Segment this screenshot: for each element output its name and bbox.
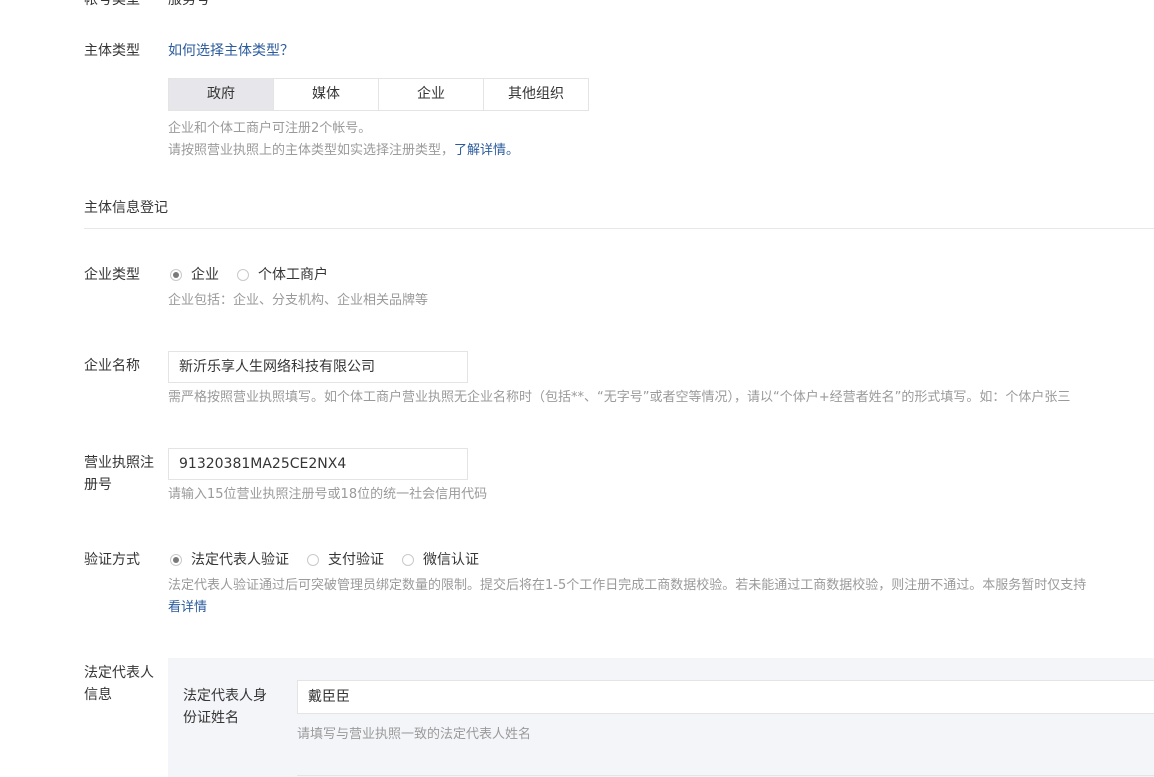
radio-checked-icon — [170, 554, 182, 566]
account-type-value: 服务号 — [168, 0, 210, 8]
radio-checked-icon — [170, 269, 182, 281]
license-number-label-1: 营业执照注 — [84, 455, 154, 471]
verification-radio-payment[interactable]: 支付验证 — [307, 549, 384, 571]
license-number-label-2: 册号 — [84, 477, 112, 493]
radio-unchecked-icon — [307, 554, 319, 566]
enterprise-type-radio-enterprise[interactable]: 企业 — [170, 264, 219, 286]
enterprise-type-radio-individual[interactable]: 个体工商户 — [237, 264, 328, 286]
enterprise-name-label: 企业名称 — [84, 358, 140, 374]
subject-type-label: 主体类型 — [84, 43, 140, 59]
legal-rep-name-label-2: 份证姓名 — [183, 710, 239, 726]
subject-type-help-link[interactable]: 如何选择主体类型？ — [168, 40, 294, 62]
subject-type-option-other-org[interactable]: 其他组织 — [483, 79, 588, 110]
enterprise-name-input[interactable]: 新沂乐享人生网络科技有限公司 — [168, 351, 468, 383]
legal-rep-label-1: 法定代表人 — [84, 665, 154, 681]
verification-tip: 法定代表人验证通过后可突破管理员绑定数量的限制。提交后将在1-5个工作日完成工商… — [168, 578, 1087, 593]
license-number-tip: 请输入15位营业执照注册号或18位的统一社会信用代码 — [168, 487, 488, 502]
legal-rep-label-2: 信息 — [84, 687, 112, 703]
verification-radio-group: 法定代表人验证 支付验证 微信认证 — [170, 549, 497, 571]
subject-type-tip-2: 请按照营业执照上的主体类型如实选择注册类型，了解详情。 — [168, 140, 519, 162]
verification-radio-wechat[interactable]: 微信认证 — [402, 549, 479, 571]
radio-label: 支付验证 — [328, 552, 384, 568]
verification-radio-legal-rep[interactable]: 法定代表人验证 — [170, 549, 289, 571]
enterprise-name-tip: 需严格按照营业执照填写。如个体工商户营业执照无企业名称时（包括**、“无字号”或… — [168, 390, 1071, 405]
legal-rep-name-tip: 请填写与营业执照一致的法定代表人姓名 — [297, 727, 532, 742]
legal-rep-name-input[interactable]: 戴臣臣 — [297, 680, 1154, 714]
radio-label: 个体工商户 — [258, 267, 328, 283]
section-title: 主体信息登记 — [84, 200, 168, 216]
enterprise-type-label: 企业类型 — [84, 267, 140, 283]
radio-label: 法定代表人验证 — [191, 552, 289, 568]
radio-label: 企业 — [191, 267, 219, 283]
subject-type-tip-1: 企业和个体工商户可注册2个帐号。 — [168, 121, 372, 136]
section-divider — [84, 228, 1154, 229]
license-number-input[interactable]: 91320381MA25CE2NX4 — [168, 448, 468, 480]
legal-rep-name-label-1: 法定代表人身 — [183, 688, 267, 704]
enterprise-type-tip: 企业包括：企业、分支机构、企业相关品牌等 — [168, 293, 429, 308]
subject-type-tip-2-text: 请按照营业执照上的主体类型如实选择注册类型， — [168, 143, 455, 158]
subject-type-option-government[interactable]: 政府 — [169, 79, 273, 110]
radio-unchecked-icon — [402, 554, 414, 566]
next-field-edge — [297, 775, 1154, 776]
radio-label: 微信认证 — [423, 552, 479, 568]
enterprise-type-radio-group: 企业 个体工商户 — [170, 264, 346, 286]
learn-more-link[interactable]: 了解详情。 — [454, 143, 519, 158]
radio-unchecked-icon — [237, 269, 249, 281]
account-type-label: 帐号类型 — [84, 0, 140, 8]
subject-type-option-media[interactable]: 媒体 — [273, 79, 378, 110]
legal-rep-panel: 法定代表人身 份证姓名 戴臣臣 请填写与营业执照一致的法定代表人姓名 — [168, 658, 1154, 777]
subject-type-selector: 政府 媒体 企业 其他组织 — [168, 78, 589, 111]
subject-type-option-enterprise[interactable]: 企业 — [378, 79, 483, 110]
verification-label: 验证方式 — [84, 552, 140, 568]
view-details-link[interactable]: 看详情 — [168, 597, 207, 619]
